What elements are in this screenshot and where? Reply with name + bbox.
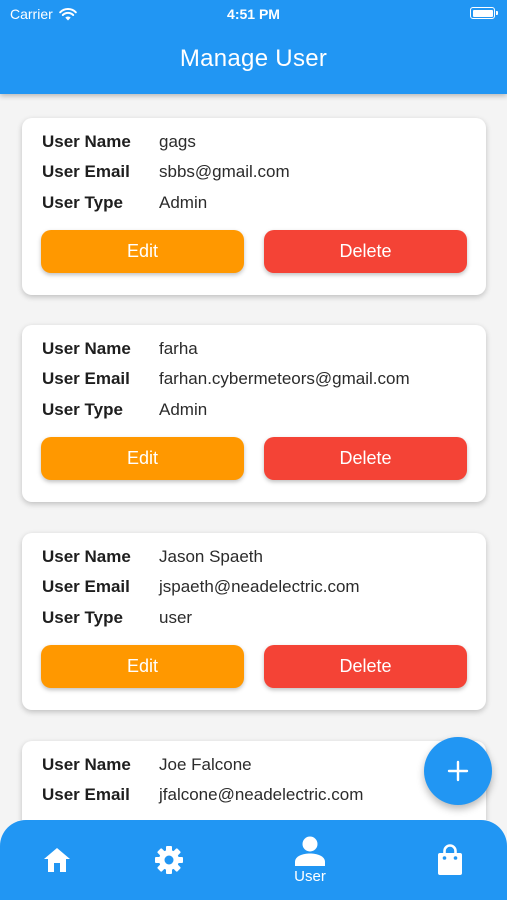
battery-icon [470,7,498,19]
user-name-row: User Name gags [42,131,196,153]
user-type-label: User Type [42,608,123,627]
user-email-label: User Email [42,785,130,804]
user-list[interactable]: User Name gags User Email sbbs@gmail.com… [0,94,507,820]
user-name-value: gags [159,132,196,151]
bottom-nav: User [0,820,507,900]
user-email-value: farhan.cybermeteors@gmail.com [159,369,410,388]
edit-button[interactable]: Edit [41,437,244,480]
user-type-label: User Type [42,400,123,419]
user-name-label: User Name [42,755,131,774]
user-type-value: user [159,608,193,627]
nav-item-shop[interactable] [405,820,495,900]
user-name-value: farha [159,339,198,358]
user-name-row: User Name farha [42,338,198,360]
user-email-row: User Email farhan.cybermeteors@gmail.com [42,368,410,390]
nav-item-user[interactable]: User [265,820,355,900]
status-bar: Carrier 4:51 PM [0,0,507,28]
user-type-row: User Type Admin [42,192,207,214]
edit-button[interactable]: Edit [41,645,244,688]
user-name-label: User Name [42,132,131,151]
user-email-value: jfalcone@neadelectric.com [159,785,364,804]
user-name-value: Joe Falcone [159,755,252,774]
user-name-label: User Name [42,547,131,566]
page-title: Manage User [179,45,328,72]
person-icon [294,836,326,866]
status-time: 4:51 PM [227,6,280,22]
user-type-value: Admin [159,193,208,212]
user-email-row: User Email jspaeth@neadelectric.com [42,576,360,598]
user-card: User Name farha User Email farhan.cyberm… [22,325,486,502]
edit-button[interactable]: Edit [41,230,244,273]
plus-icon [447,760,469,782]
add-user-button[interactable] [424,737,492,805]
delete-button[interactable]: Delete [264,645,467,688]
shopping-bag-icon [436,844,464,876]
user-name-row: User Name Joe Falcone [42,754,252,776]
user-email-label: User Email [42,369,130,388]
user-name-value: Jason Spaeth [159,547,263,566]
user-email-label: User Email [42,162,130,181]
user-email-row: User Email jfalcone@neadelectric.com [42,784,363,806]
delete-button[interactable]: Delete [264,230,467,273]
home-icon [42,846,72,874]
user-email-row: User Email sbbs@gmail.com [42,161,290,183]
user-name-label: User Name [42,339,131,358]
user-type-row: User Type Admin [42,399,207,421]
user-card: User Name Joe Falcone User Email jfalcon… [22,741,486,820]
user-name-row: User Name Jason Spaeth [42,546,263,568]
nav-item-home[interactable] [12,820,102,900]
user-card: User Name gags User Email sbbs@gmail.com… [22,118,486,295]
app-header: Carrier 4:51 PM Manage User [0,0,507,94]
user-type-label: User Type [42,193,123,212]
nav-user-label: User [294,867,326,885]
user-type-value: Admin [159,400,208,419]
nav-item-settings[interactable] [124,820,214,900]
user-type-row: User Type user [42,607,192,629]
user-card: User Name Jason Spaeth User Email jspaet… [22,533,486,710]
user-email-value: jspaeth@neadelectric.com [159,577,360,596]
user-email-value: sbbs@gmail.com [159,162,290,181]
delete-button[interactable]: Delete [264,437,467,480]
gear-icon [153,844,185,876]
user-email-label: User Email [42,577,130,596]
